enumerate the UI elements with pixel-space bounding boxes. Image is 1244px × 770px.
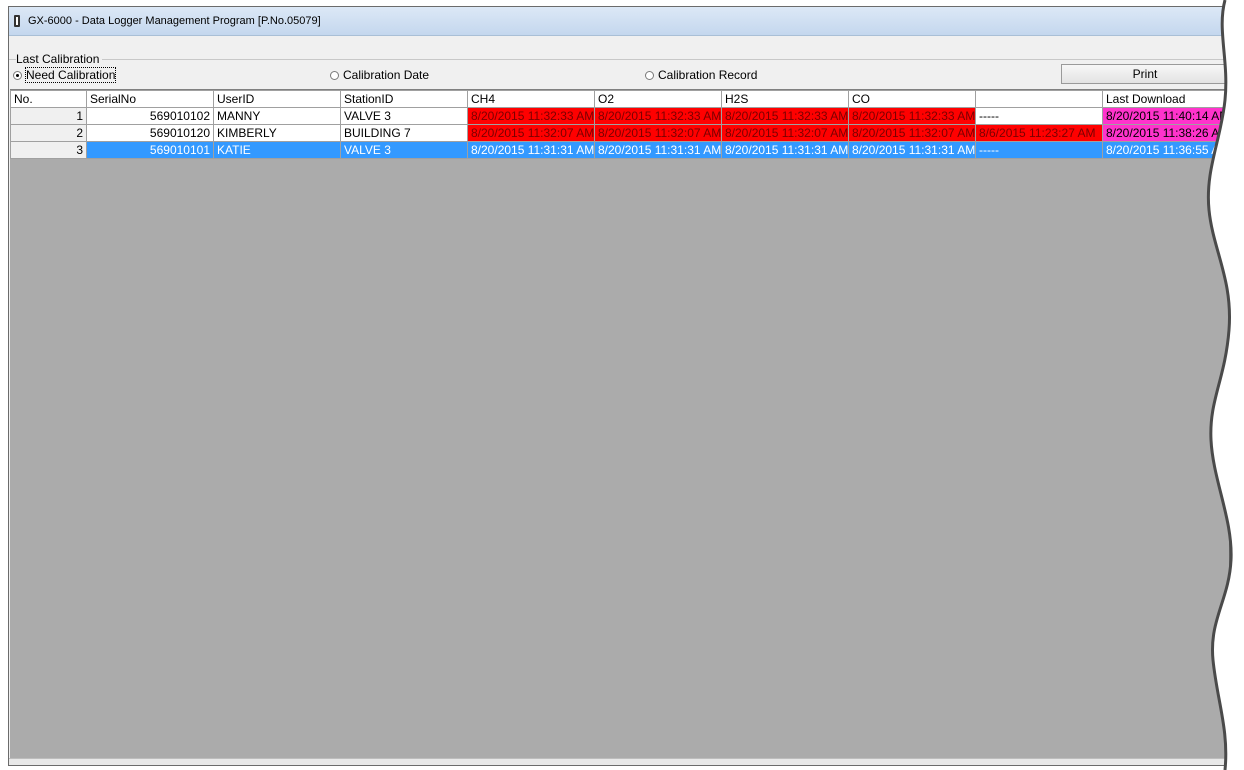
serial-cell[interactable]: 569010101: [86, 141, 214, 159]
column-header-stationid[interactable]: StationID: [340, 90, 468, 108]
serial-cell[interactable]: 569010120: [86, 124, 214, 142]
status-bar: [9, 758, 1229, 765]
co-cell[interactable]: 8/20/2015 11:32:07 AM: [848, 124, 976, 142]
ch4-cell[interactable]: 8/20/2015 11:32:07 AM: [467, 124, 595, 142]
table-row-selected[interactable]: 3 569010101 KATIE VALVE 3 8/20/2015 11:3…: [10, 141, 1229, 159]
table-row[interactable]: 1 569010102 MANNY VALVE 3 8/20/2015 11:3…: [10, 107, 1229, 125]
co-cell[interactable]: 8/20/2015 11:31:31 AM: [848, 141, 976, 159]
table-row[interactable]: 2 569010120 KIMBERLY BUILDING 7 8/20/201…: [10, 124, 1229, 142]
column-header-o2[interactable]: O2: [594, 90, 722, 108]
station-cell[interactable]: BUILDING 7: [340, 124, 468, 142]
radio-label: Need Calibration: [24, 67, 117, 83]
calibration-options: Need Calibration Calibration Date Calibr…: [9, 67, 1229, 84]
user-cell[interactable]: KATIE: [213, 141, 341, 159]
window-title: GX-6000 - Data Logger Management Program…: [28, 15, 321, 27]
app-icon: [14, 15, 20, 27]
ch4-cell[interactable]: 8/20/2015 11:32:33 AM: [467, 107, 595, 125]
radio-label: Calibration Record: [658, 68, 758, 82]
h2s-cell[interactable]: 8/20/2015 11:31:31 AM: [721, 141, 849, 159]
column-header-blank[interactable]: [975, 90, 1103, 108]
extra-cell[interactable]: 8/6/2015 11:23:27 AM: [975, 124, 1103, 142]
station-cell[interactable]: VALVE 3: [340, 141, 468, 159]
row-number: 2: [10, 124, 87, 142]
row-number: 1: [10, 107, 87, 125]
user-cell[interactable]: MANNY: [213, 107, 341, 125]
radio-unselected-icon: [330, 70, 339, 80]
user-cell[interactable]: KIMBERLY: [213, 124, 341, 142]
column-header-h2s[interactable]: H2S: [721, 90, 849, 108]
o2-cell[interactable]: 8/20/2015 11:32:33 AM: [594, 107, 722, 125]
app-window: GX-6000 - Data Logger Management Program…: [8, 6, 1230, 766]
column-header-no[interactable]: No.: [10, 90, 87, 108]
radio-selected-icon: [13, 70, 22, 80]
torn-edge-decoration: [1206, 0, 1244, 770]
group-label: Last Calibration: [16, 52, 103, 66]
column-header-co[interactable]: CO: [848, 90, 976, 108]
column-header-ch4[interactable]: CH4: [467, 90, 595, 108]
extra-cell[interactable]: -----: [975, 107, 1103, 125]
serial-cell[interactable]: 569010102: [86, 107, 214, 125]
radio-need-calibration[interactable]: Need Calibration: [13, 67, 117, 83]
row-number: 3: [10, 141, 87, 159]
radio-label: Calibration Date: [343, 68, 430, 82]
radio-unselected-icon: [645, 70, 654, 80]
h2s-cell[interactable]: 8/20/2015 11:32:07 AM: [721, 124, 849, 142]
o2-cell[interactable]: 8/20/2015 11:31:31 AM: [594, 141, 722, 159]
ch4-cell[interactable]: 8/20/2015 11:31:31 AM: [467, 141, 595, 159]
data-grid[interactable]: No. SerialNo UserID StationID CH4 O2 H2S…: [10, 89, 1229, 760]
extra-cell[interactable]: -----: [975, 141, 1103, 159]
column-header-serialno[interactable]: SerialNo: [86, 90, 214, 108]
calibration-table: No. SerialNo UserID StationID CH4 O2 H2S…: [10, 90, 1229, 159]
group-divider: [9, 59, 1229, 60]
radio-calibration-date[interactable]: Calibration Date: [330, 68, 429, 82]
station-cell[interactable]: VALVE 3: [340, 107, 468, 125]
h2s-cell[interactable]: 8/20/2015 11:32:33 AM: [721, 107, 849, 125]
table-header-row: No. SerialNo UserID StationID CH4 O2 H2S…: [10, 90, 1229, 108]
title-bar[interactable]: GX-6000 - Data Logger Management Program…: [9, 7, 1229, 36]
radio-calibration-record[interactable]: Calibration Record: [645, 68, 757, 82]
co-cell[interactable]: 8/20/2015 11:32:33 AM: [848, 107, 976, 125]
column-header-userid[interactable]: UserID: [213, 90, 341, 108]
o2-cell[interactable]: 8/20/2015 11:32:07 AM: [594, 124, 722, 142]
